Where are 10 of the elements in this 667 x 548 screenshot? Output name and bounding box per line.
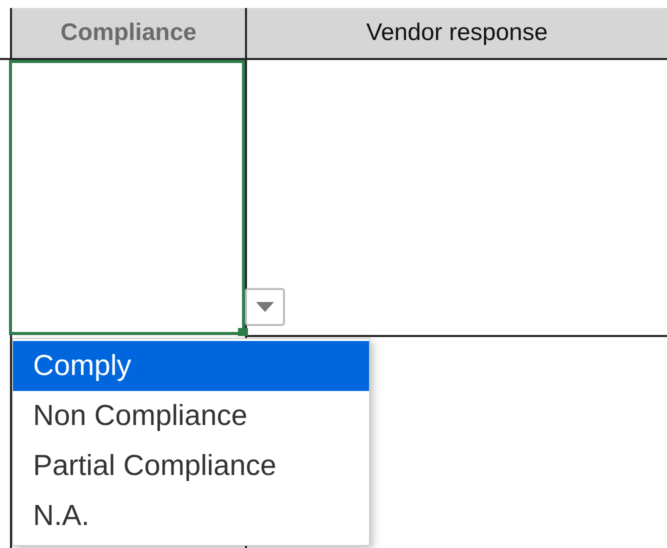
dropdown-option[interactable]: Non Compliance: [13, 391, 369, 441]
dropdown-option[interactable]: N.A.: [13, 491, 369, 541]
column-header[interactable]: Compliance: [10, 8, 245, 60]
dropdown-option[interactable]: Comply: [13, 341, 369, 391]
dropdown-option[interactable]: Partial Compliance: [13, 441, 369, 491]
dropdown-button[interactable]: [245, 288, 285, 326]
caret-icon: [256, 302, 274, 312]
selected-cell[interactable]: [9, 60, 245, 335]
column-header[interactable]: Vendor response: [245, 8, 667, 60]
fill-handle[interactable]: [238, 328, 248, 336]
